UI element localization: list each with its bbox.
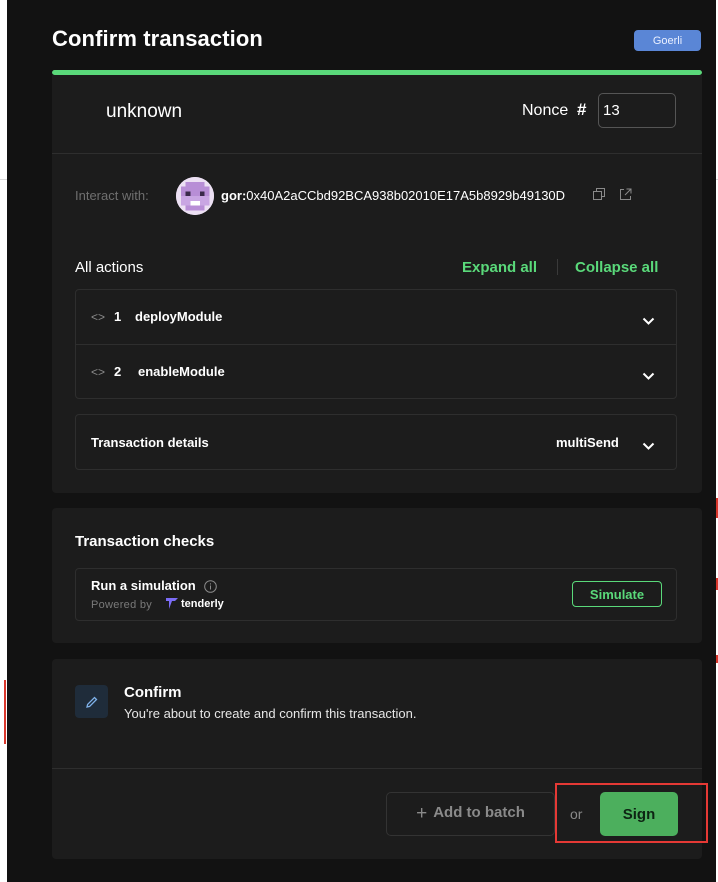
transaction-checks-title: Transaction checks <box>75 533 215 550</box>
transaction-details-label: Transaction details <box>91 435 209 450</box>
sign-button[interactable]: Sign <box>600 792 678 836</box>
add-to-batch-label: Add to batch <box>433 804 525 821</box>
nonce-input[interactable] <box>598 93 676 128</box>
or-label: or <box>570 806 583 822</box>
network-prefix: gor: <box>221 188 247 203</box>
background-divider <box>0 179 7 180</box>
transaction-summary-card: unknown Nonce # Interact with: gor:0x40A… <box>52 75 702 493</box>
external-link-icon[interactable] <box>619 188 632 206</box>
address-avatar <box>176 177 214 215</box>
tenderly-name: tenderly <box>181 598 224 610</box>
chevron-down-icon <box>642 437 655 455</box>
powered-by-label: Powered by <box>91 599 153 611</box>
divider <box>52 153 702 154</box>
address-text: 0x40A2aCCbd92BCA938b02010E17A5b8929b4913… <box>246 188 566 203</box>
info-icon[interactable] <box>204 580 217 598</box>
chevron-down-icon <box>642 312 655 330</box>
background-marker <box>4 680 6 744</box>
collapse-all-button[interactable]: Collapse all <box>575 259 658 276</box>
action-number: 1 <box>114 309 122 324</box>
transaction-details-row[interactable]: Transaction details multiSend <box>75 414 677 470</box>
contract-address: gor:0x40A2aCCbd92BCA938b02010E17A5b8929b… <box>221 188 565 203</box>
nonce-label: Nonce <box>522 102 569 119</box>
interact-with-label: Interact with: <box>75 188 149 203</box>
modal-title: Confirm transaction <box>52 26 263 51</box>
all-actions-label: All actions <box>75 259 144 276</box>
copy-icon[interactable] <box>593 188 606 206</box>
plus-icon: + <box>416 803 428 824</box>
simulation-title: Run a simulation <box>91 578 196 593</box>
simulation-box: Run a simulation Powered by tenderly Sim… <box>75 568 677 621</box>
add-to-batch-button[interactable]: + Add to batch <box>386 792 555 836</box>
divider <box>557 259 558 275</box>
tenderly-logo-icon <box>166 598 178 609</box>
divider <box>52 768 702 769</box>
code-icon: <> <box>91 365 106 379</box>
code-icon: <> <box>91 310 106 324</box>
action-number: 2 <box>114 364 122 379</box>
action-name: deployModule <box>135 309 223 324</box>
nonce-hash: # <box>577 100 587 119</box>
confirm-subtitle: You're about to create and confirm this … <box>124 706 417 721</box>
confirm-title: Confirm <box>124 684 182 701</box>
actions-list: <> 1 deployModule <> 2 enableModule <box>75 289 677 399</box>
confirm-card: Confirm You're about to create and confi… <box>52 659 702 859</box>
transaction-details-value: multiSend <box>556 435 619 450</box>
network-chip: Goerli <box>634 30 701 51</box>
method-name: unknown <box>106 101 183 122</box>
simulate-button[interactable]: Simulate <box>572 581 662 607</box>
expand-all-button[interactable]: Expand all <box>462 259 537 276</box>
pencil-icon <box>75 685 108 718</box>
confirm-transaction-modal: Confirm transaction Goerli unknown Nonce… <box>7 0 716 882</box>
transaction-checks-card: Transaction checks Run a simulation Powe… <box>52 508 702 643</box>
tenderly-brand: tenderly <box>166 598 224 610</box>
chevron-down-icon <box>642 367 655 385</box>
action-name: enableModule <box>138 364 225 379</box>
action-row-enablemodule[interactable]: <> 2 enableModule <box>76 345 676 399</box>
action-row-deploymodule[interactable]: <> 1 deployModule <box>76 290 676 344</box>
